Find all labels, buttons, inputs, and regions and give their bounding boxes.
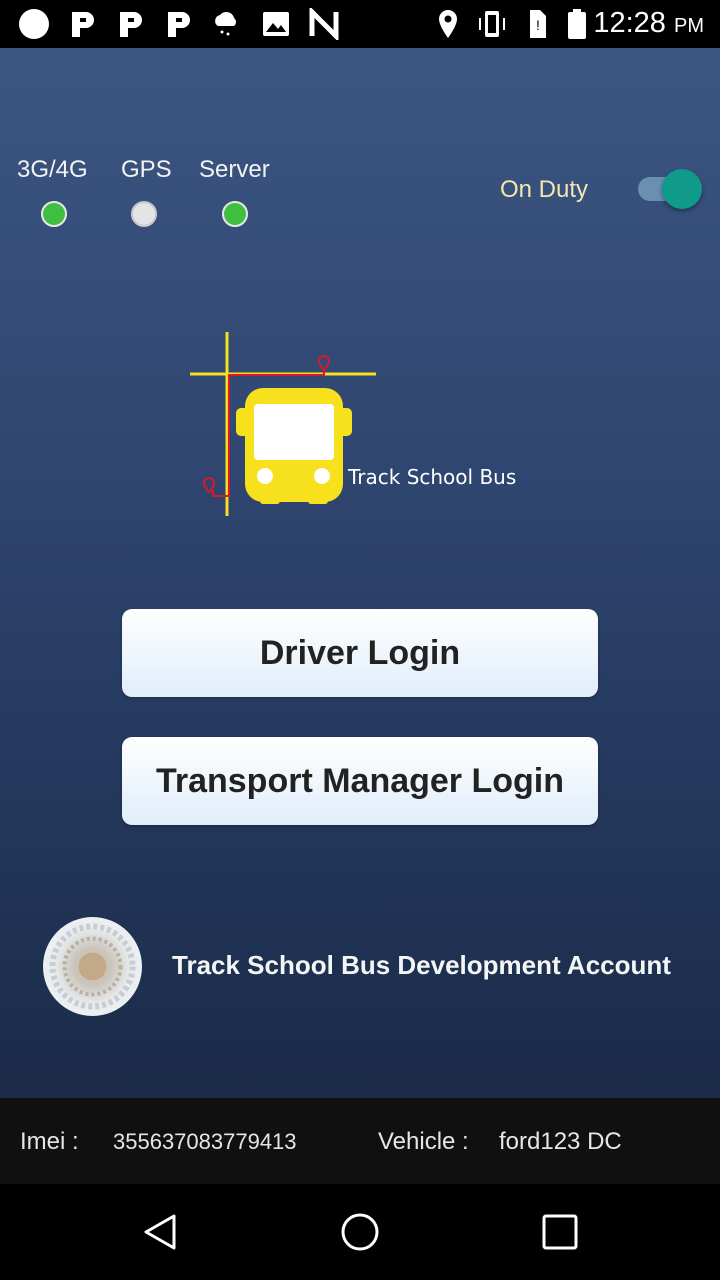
imei-value: 355637083779413 [113, 1129, 297, 1154]
gps-status-dot [131, 201, 157, 227]
on-duty-toggle[interactable] [636, 168, 706, 210]
location-icon [439, 10, 457, 38]
status-time: 12:28 PM [593, 7, 704, 39]
parking-icon [120, 12, 142, 37]
driver-login-button[interactable]: Driver Login [122, 609, 598, 697]
transport-manager-login-button[interactable]: Transport Manager Login [122, 737, 598, 825]
on-duty-label: On Duty [500, 176, 589, 203]
logo-text: Track School Bus [347, 465, 516, 489]
map-pin-icon [317, 354, 331, 372]
svg-text:!: ! [536, 17, 540, 33]
parking-icon [168, 12, 190, 37]
server-status-dot [222, 201, 248, 227]
network-status-dot [41, 201, 67, 227]
notification-circle-icon [19, 9, 49, 39]
account-avatar [43, 917, 142, 1016]
indicator-label-network: 3G/4G [17, 156, 88, 183]
imei-label: Imei : [20, 1128, 79, 1155]
back-icon[interactable] [138, 1210, 182, 1254]
home-icon[interactable] [338, 1210, 382, 1254]
image-icon [263, 12, 289, 36]
vehicle-value: ford123 DC [499, 1128, 622, 1155]
indicator-label-server: Server [199, 156, 270, 183]
status-bar: ! 12:28 PM [0, 0, 720, 48]
battery-icon [568, 9, 586, 39]
cloud-icon [215, 11, 236, 36]
device-info-bar: Imei : 355637083779413 Vehicle : ford123… [0, 1098, 720, 1184]
account-name: Track School Bus Development Account [172, 950, 671, 980]
vibrate-icon [479, 11, 505, 37]
parking-icon [72, 12, 94, 37]
school-seal-icon [49, 923, 136, 1010]
app-main: 3G/4G GPS Server On Duty Track School Bu… [0, 48, 720, 1098]
navigation-bar [0, 1184, 720, 1280]
map-pin-icon [202, 476, 216, 494]
bus-icon [236, 388, 352, 504]
track-school-bus-logo: Track School Bus [190, 332, 516, 516]
vehicle-label: Vehicle : [378, 1128, 469, 1155]
sim-icon: ! [530, 10, 546, 38]
screen: ! 12:28 PM 3G/4G GPS Server On Duty Trac… [0, 0, 720, 1280]
recents-icon[interactable] [538, 1210, 582, 1254]
indicator-label-gps: GPS [121, 156, 172, 183]
signal-n-icon [309, 8, 339, 40]
toggle-thumb [662, 169, 702, 209]
